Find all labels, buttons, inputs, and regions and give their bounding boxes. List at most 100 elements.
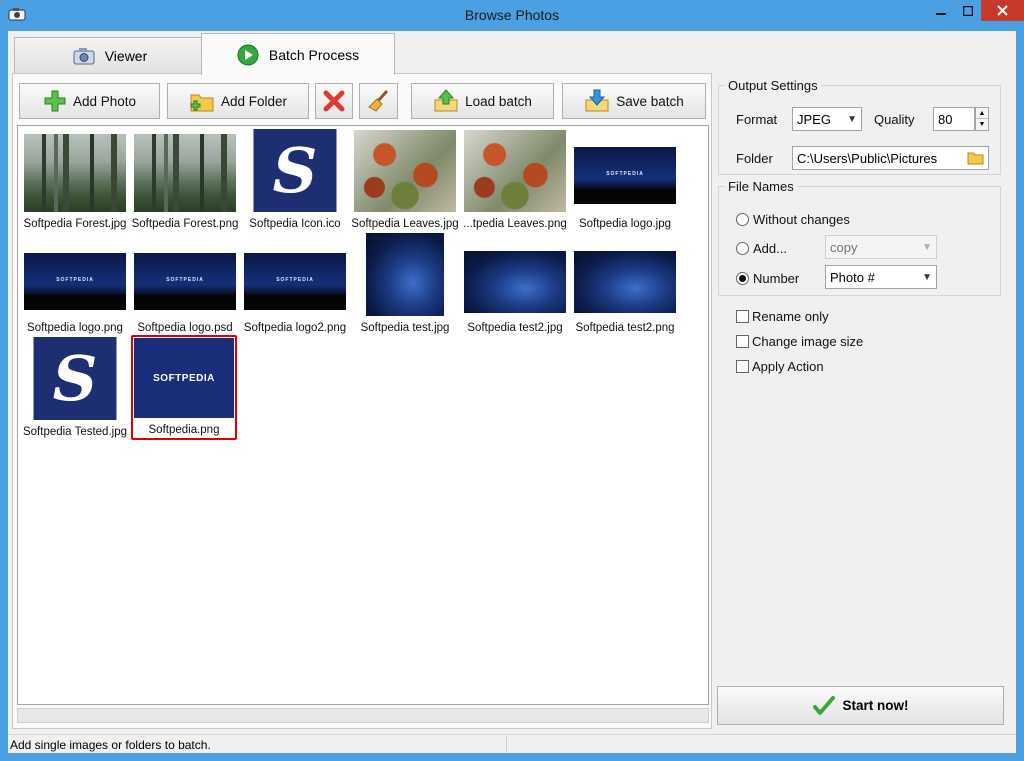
photo-logo: SOFTPEDIA [24, 253, 126, 310]
photo-gallery[interactable]: Softpedia Forest.jpg Softpedia Forest.pn… [17, 125, 709, 705]
radio-add[interactable] [736, 242, 749, 255]
clear-button[interactable] [359, 83, 398, 119]
plus-icon [44, 90, 66, 112]
thumbnail[interactable]: Softpedia Forest.png [132, 128, 238, 232]
minimize-icon [936, 12, 946, 15]
quality-spinner[interactable]: ▲ ▼ [975, 107, 989, 131]
add-folder-button[interactable]: Add Folder [167, 83, 309, 119]
output-settings-legend: Output Settings [728, 78, 818, 93]
spin-down-icon[interactable]: ▼ [976, 119, 988, 130]
file-names-group: File Names Without changes Add... copy ▼… [718, 179, 1001, 296]
chevron-down-icon: ▼ [847, 113, 857, 125]
photo-swirl [574, 251, 676, 313]
tab-viewer[interactable]: Viewer [14, 37, 206, 73]
broom-icon [367, 89, 388, 112]
thumbnail[interactable]: Softpedia test.jpg [352, 232, 458, 336]
play-icon [237, 44, 259, 65]
photo-leaves [464, 130, 566, 212]
thumbnail[interactable]: S Softpedia Tested.jpg [22, 336, 128, 440]
thumbnail-caption: ...tpedia Leaves.png [463, 218, 567, 230]
thumbnail-selected[interactable]: SOFTPEDIA Softpedia.png [131, 335, 237, 440]
photo-s-icon: S [33, 337, 117, 420]
folder-add-icon [190, 94, 214, 112]
close-icon [997, 5, 1008, 16]
photo-logo: SOFTPEDIA [574, 147, 676, 204]
logo-text: SOFTPEDIA [276, 276, 314, 283]
format-value: JPEG [797, 111, 831, 127]
thumbnail[interactable]: SOFTPEDIA Softpedia logo.png [22, 232, 128, 336]
thumbnail-caption: Softpedia logo2.png [243, 322, 347, 334]
tab-label: Viewer [104, 47, 148, 64]
thumbnail[interactable]: SOFTPEDIA Softpedia logo.jpg [572, 128, 678, 232]
add-photo-button[interactable]: Add Photo [19, 83, 160, 119]
maximize-button[interactable] [954, 0, 982, 21]
thumbnail[interactable]: S Softpedia Icon.ico [242, 128, 348, 232]
thumbnail-caption: Softpedia Tested.jpg [22, 426, 127, 438]
thumbnail[interactable]: SOFTPEDIA Softpedia logo.psd [132, 232, 238, 336]
file-names-legend: File Names [728, 179, 794, 194]
add-folder-label: Add Folder [220, 93, 288, 109]
save-batch-label: Save batch [616, 93, 684, 109]
thumbnail[interactable]: SOFTPEDIA Softpedia logo2.png [242, 232, 348, 336]
folder-label: Folder [736, 151, 773, 166]
remove-button[interactable] [315, 83, 353, 119]
folder-value: C:\Users\Public\Pictures [797, 150, 938, 166]
start-now-label: Start now! [842, 698, 909, 713]
change-size-label[interactable]: Change image size [752, 334, 863, 349]
change-size-checkbox[interactable] [736, 335, 749, 348]
quality-input[interactable]: 80 [933, 107, 975, 131]
title-bar[interactable]: Browse Photos [0, 0, 1024, 31]
photo-logo: SOFTPEDIA [244, 253, 346, 310]
status-bar: Add single images or folders to batch. [8, 734, 1016, 753]
logo-text: SOFTPEDIA [166, 276, 204, 283]
delete-icon [323, 90, 345, 112]
radio-without-changes[interactable] [736, 213, 749, 226]
thumbnail[interactable]: Softpedia Forest.jpg [22, 128, 128, 232]
logo-text: SOFTPEDIA [153, 372, 215, 384]
folder-input[interactable]: C:\Users\Public\Pictures [792, 146, 989, 170]
thumbnail[interactable]: ...tpedia Leaves.png [462, 128, 568, 232]
folder-browse-icon[interactable] [967, 151, 984, 165]
tab-batch-process[interactable]: Batch Process [201, 33, 395, 75]
radio-number[interactable] [736, 272, 749, 285]
photo-s-icon: S [253, 129, 337, 212]
apply-action-label[interactable]: Apply Action [752, 359, 824, 374]
minimize-button[interactable] [927, 0, 955, 21]
thumbnail-caption: Softpedia test2.png [575, 322, 675, 334]
checkmark-icon [812, 695, 835, 715]
start-now-button[interactable]: Start now! [717, 686, 1004, 725]
thumbnail[interactable]: Softpedia test2.png [572, 232, 678, 336]
tab-label: Batch Process [268, 46, 360, 63]
quality-value: 80 [938, 111, 953, 127]
add-photo-label: Add Photo [72, 93, 137, 109]
chevron-down-icon: ▼ [922, 241, 932, 253]
thumbnail-caption: Softpedia test2.jpg [467, 322, 563, 334]
apply-action-checkbox[interactable] [736, 360, 749, 373]
thumbnail[interactable]: Softpedia test2.jpg [462, 232, 568, 336]
without-changes-label[interactable]: Without changes [753, 212, 850, 227]
logo-text: SOFTPEDIA [606, 170, 644, 177]
rename-only-checkbox[interactable] [736, 310, 749, 323]
upload-icon [434, 89, 458, 112]
photo-logo: SOFTPEDIA [134, 253, 236, 310]
number-select[interactable]: Photo # ▼ [825, 265, 937, 289]
number-value: Photo # [830, 269, 875, 285]
output-settings-group: Output Settings Format JPEG ▼ Quality 80… [718, 78, 1001, 175]
photo-swirl [464, 251, 566, 313]
photo-forest [134, 134, 236, 212]
horizontal-scrollbar[interactable] [17, 708, 709, 723]
add-label[interactable]: Add... [753, 241, 787, 256]
format-select[interactable]: JPEG ▼ [792, 107, 862, 131]
close-button[interactable] [981, 0, 1024, 21]
batch-process-panel: Add Photo Add Folder Load batch Save bat… [12, 73, 712, 729]
thumbnail[interactable]: Softpedia Leaves.jpg [351, 128, 459, 232]
rename-only-label[interactable]: Rename only [752, 309, 829, 324]
add-text-select: copy ▼ [825, 235, 937, 259]
logo-text: SOFTPEDIA [56, 276, 94, 283]
spin-up-icon[interactable]: ▲ [976, 108, 988, 119]
load-batch-button[interactable]: Load batch [411, 83, 554, 119]
thumbnail-caption: Softpedia logo.png [27, 322, 123, 334]
quality-label: Quality [874, 112, 915, 127]
save-batch-button[interactable]: Save batch [562, 83, 706, 119]
number-label[interactable]: Number [753, 271, 799, 286]
